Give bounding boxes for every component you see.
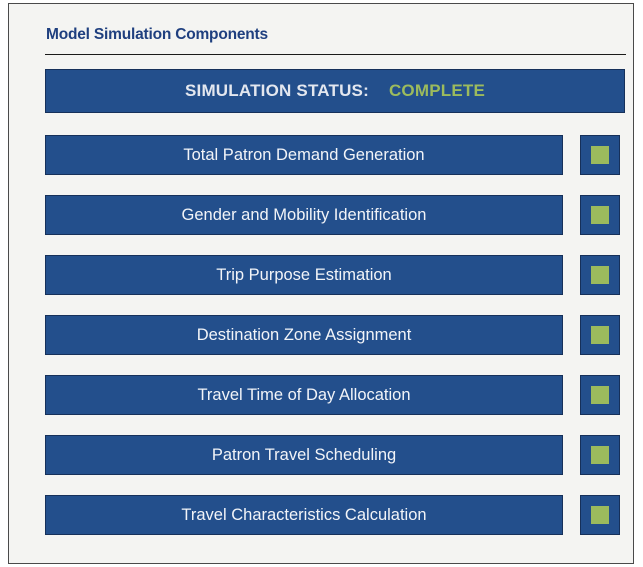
- complete-square-icon: [591, 386, 609, 404]
- step-status-indicator: [580, 195, 620, 235]
- complete-square-icon: [591, 266, 609, 284]
- step-status-indicator: [580, 135, 620, 175]
- step-button-demand-generation[interactable]: Total Patron Demand Generation: [45, 135, 563, 175]
- step-button-time-of-day[interactable]: Travel Time of Day Allocation: [45, 375, 563, 415]
- step-button-destination-zone[interactable]: Destination Zone Assignment: [45, 315, 563, 355]
- step-status-indicator: [580, 315, 620, 355]
- panel-title: Model Simulation Components: [46, 26, 268, 43]
- step-button-trip-purpose[interactable]: Trip Purpose Estimation: [45, 255, 563, 295]
- step-button-travel-scheduling[interactable]: Patron Travel Scheduling: [45, 435, 563, 475]
- status-value: COMPLETE: [388, 81, 485, 100]
- simulation-components-panel: Model Simulation Components SIMULATION S…: [8, 3, 634, 564]
- step-row-trip-purpose: Trip Purpose Estimation: [45, 255, 643, 295]
- step-status-indicator: [580, 495, 620, 535]
- status-label: SIMULATION STATUS:: [184, 81, 369, 100]
- step-button-gender-mobility[interactable]: Gender and Mobility Identification: [45, 195, 563, 235]
- step-row-gender-mobility: Gender and Mobility Identification: [45, 195, 643, 235]
- title-divider: [45, 54, 626, 55]
- step-row-travel-characteristics: Travel Characteristics Calculation: [45, 495, 643, 535]
- complete-square-icon: [591, 146, 609, 164]
- step-status-indicator: [580, 375, 620, 415]
- complete-square-icon: [591, 326, 609, 344]
- complete-square-icon: [591, 506, 609, 524]
- step-status-indicator: [580, 255, 620, 295]
- step-row-destination-zone: Destination Zone Assignment: [45, 315, 643, 355]
- step-status-indicator: [580, 435, 620, 475]
- complete-square-icon: [591, 446, 609, 464]
- step-button-travel-characteristics[interactable]: Travel Characteristics Calculation: [45, 495, 563, 535]
- step-row-time-of-day: Travel Time of Day Allocation: [45, 375, 643, 415]
- complete-square-icon: [591, 206, 609, 224]
- step-row-travel-scheduling: Patron Travel Scheduling: [45, 435, 643, 475]
- step-row-demand-generation: Total Patron Demand Generation: [45, 135, 643, 175]
- simulation-status-bar: SIMULATION STATUS: COMPLETE: [45, 69, 625, 113]
